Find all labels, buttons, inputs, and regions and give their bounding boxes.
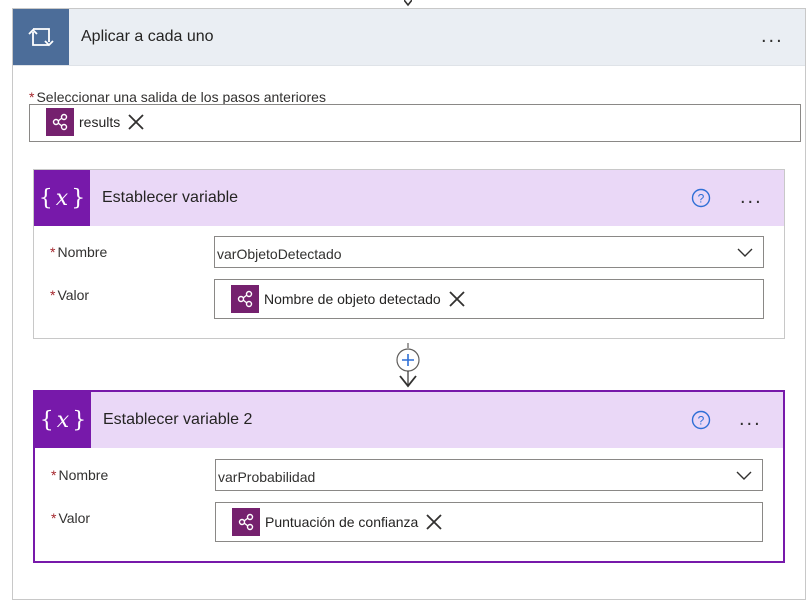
results-token-label: results [79,114,121,130]
name-label-2: * Nombre [51,467,108,483]
required-marker: * [29,89,35,105]
apply-to-each-title: Aplicar a cada uno [81,28,214,45]
set-variable-title-2: Establecer variable 2 [103,411,253,428]
set-variable-more-button-2[interactable]: ... [739,409,762,430]
name-dropdown-1[interactable]: varObjetoDetectado [214,236,764,268]
required-marker: * [50,244,56,260]
value-label-1: * Valor [50,287,89,303]
close-x-icon[interactable] [424,512,444,532]
detected-object-token[interactable]: Nombre de objeto detectado [231,285,467,313]
close-x-icon[interactable] [447,289,467,309]
set-variable-title-1: Establecer variable [102,189,239,206]
value-label-2: * Valor [51,510,90,526]
ai-builder-nodes-icon [232,508,260,536]
ai-builder-nodes-icon [46,108,74,136]
set-variable-card-1: {x} Establecer variable ? ... * Nombre va… [33,169,785,339]
name-dropdown-value-2: varProbabilidad [218,469,316,485]
plus-circle-icon[interactable] [396,348,420,372]
required-marker: * [51,467,57,483]
name-label-1: * Nombre [50,244,107,260]
confidence-score-token[interactable]: Puntuación de confianza [232,508,444,536]
select-output-input[interactable]: results [29,104,801,142]
name-label-text-1: Nombre [57,244,108,260]
svg-text:?: ? [698,192,705,206]
question-circle-icon[interactable]: ? [691,410,711,430]
value-label-text-2: Valor [58,510,91,526]
set-variable-more-button-1[interactable]: ... [740,187,763,208]
select-output-label-text: Seleccionar una salida de los pasos ante… [36,89,326,105]
question-circle-icon[interactable]: ? [691,188,711,208]
set-variable-card-2: {x} Establecer variable 2 ? ... * Nombre … [33,390,785,563]
results-token[interactable]: results [46,108,146,136]
incoming-arrow-icon [404,0,412,7]
value-input-1[interactable]: Nombre de objeto detectado [214,279,764,319]
chevron-down-icon [737,248,753,257]
set-variable-header-1[interactable]: {x} Establecer variable ? ... [34,170,784,226]
name-label-text-2: Nombre [58,467,109,483]
detected-object-token-label: Nombre de objeto detectado [264,291,441,307]
loop-more-options-button[interactable]: ... [761,26,784,47]
insert-step-connector [396,343,420,388]
chevron-down-icon [736,471,752,480]
required-marker: * [50,287,56,303]
curly-x-variable-icon: {x} [35,392,91,448]
curly-x-variable-icon: {x} [34,170,90,226]
close-x-icon[interactable] [126,112,146,132]
apply-to-each-card: Aplicar a cada uno ... * Seleccionar una … [12,8,806,600]
loop-arrows-icon [13,9,69,65]
value-label-text-1: Valor [57,287,90,303]
svg-text:?: ? [698,414,705,428]
apply-to-each-header[interactable]: Aplicar a cada uno ... [13,9,805,66]
ai-builder-nodes-icon [231,285,259,313]
confidence-score-token-label: Puntuación de confianza [265,514,419,530]
value-input-2[interactable]: Puntuación de confianza [215,502,763,542]
set-variable-header-2[interactable]: {x} Establecer variable 2 ? ... [35,392,783,448]
select-output-label: * Seleccionar una salida de los pasos ant… [29,89,326,105]
name-dropdown-value-1: varObjetoDetectado [217,246,342,262]
required-marker: * [51,510,57,526]
name-dropdown-2[interactable]: varProbabilidad [215,459,763,491]
